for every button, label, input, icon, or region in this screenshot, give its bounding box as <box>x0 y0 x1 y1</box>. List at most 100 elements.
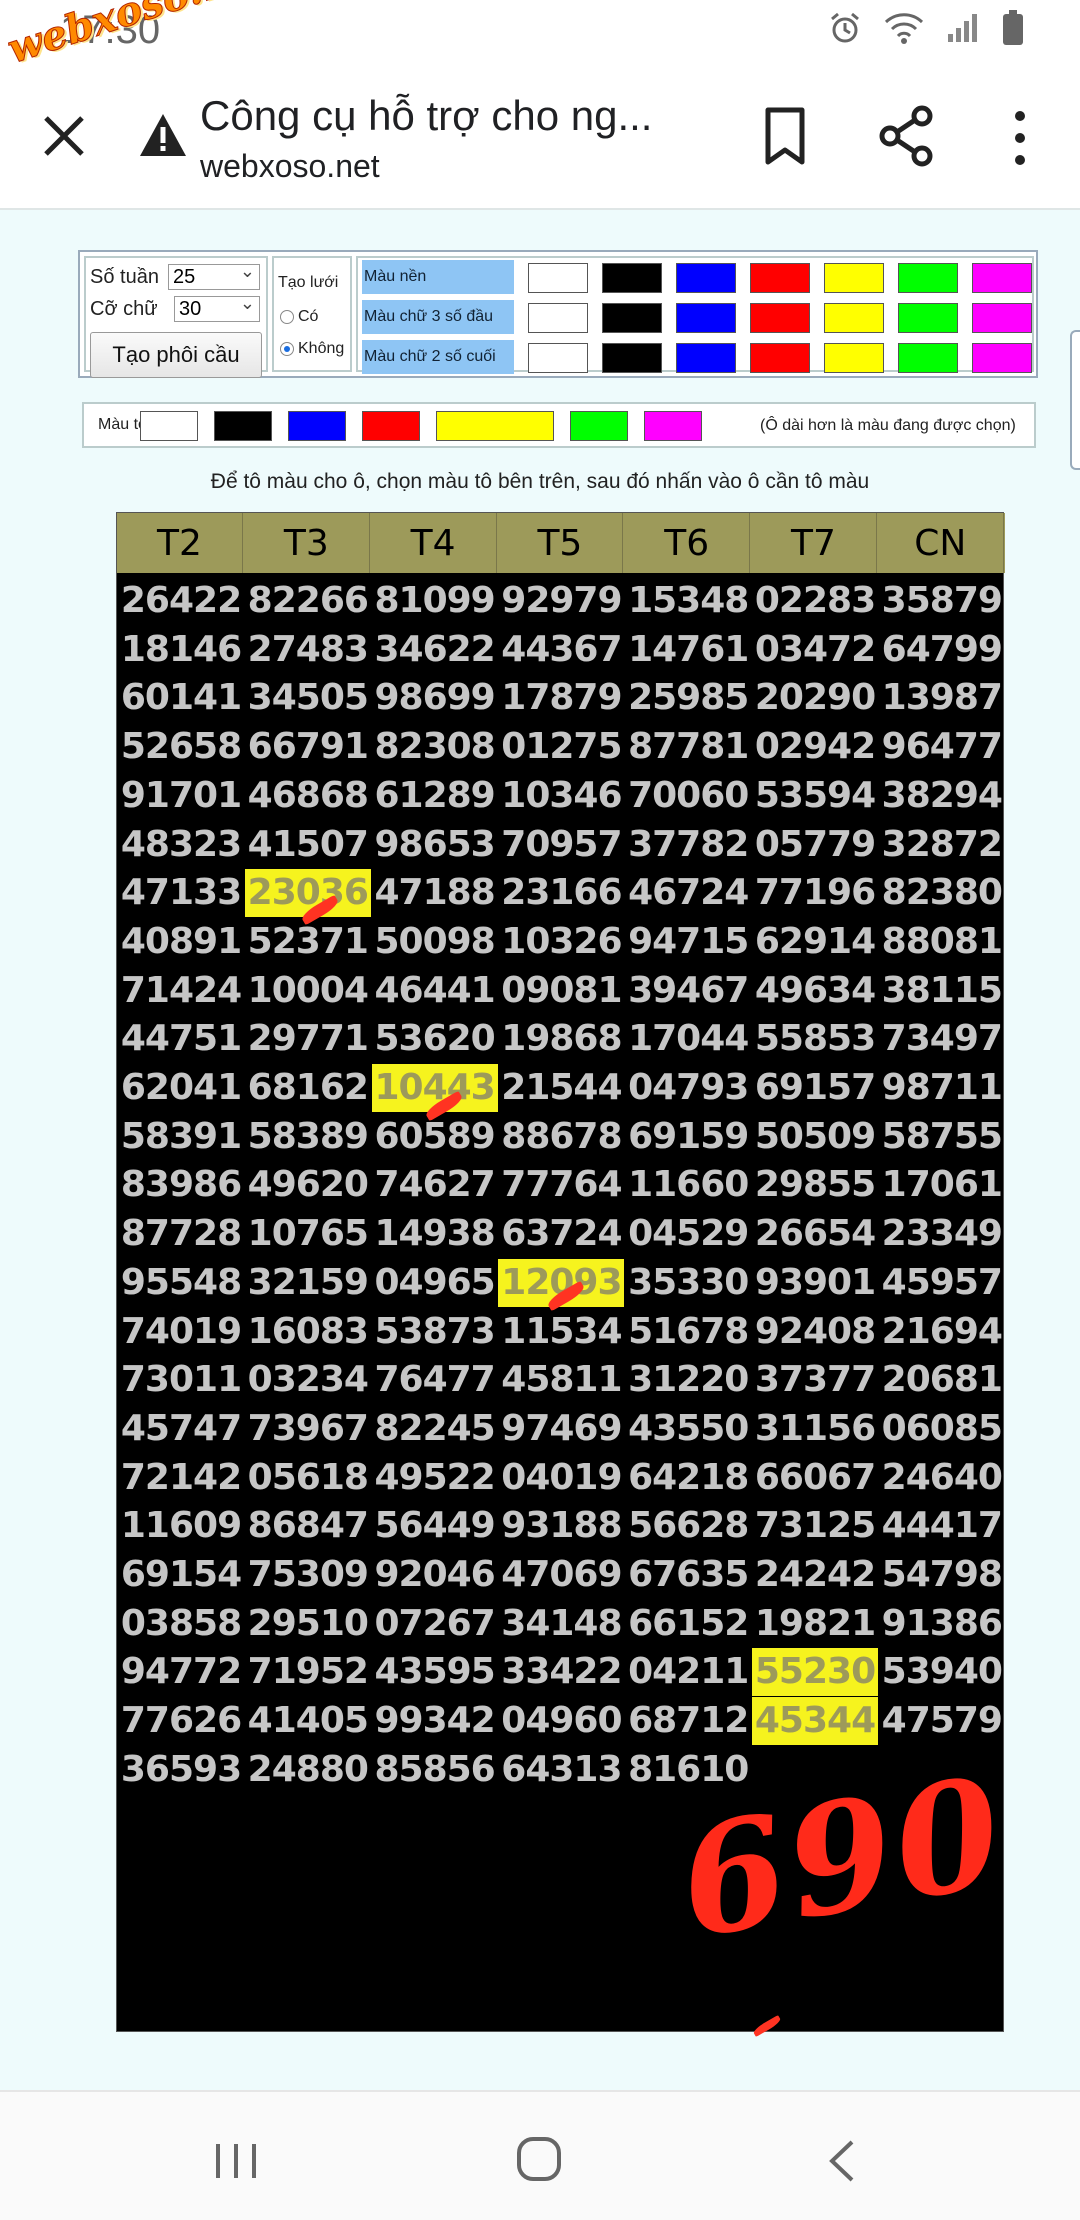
back-icon[interactable] <box>826 2138 856 2184</box>
number-cell[interactable]: 74627 <box>372 1161 498 1209</box>
home-icon[interactable] <box>516 2136 562 2182</box>
number-cell[interactable]: 95548 <box>118 1259 244 1307</box>
number-cell[interactable]: 74019 <box>118 1308 244 1356</box>
number-cell[interactable]: 68162 <box>245 1064 371 1112</box>
number-cell[interactable]: 88081 <box>879 918 1005 966</box>
number-cell[interactable]: 38115 <box>879 967 1005 1015</box>
number-cell[interactable]: 93901 <box>752 1259 878 1307</box>
share-icon[interactable] <box>876 104 936 168</box>
number-cell[interactable]: 82308 <box>372 723 498 771</box>
number-cell[interactable]: 77764 <box>498 1161 624 1209</box>
number-cell[interactable]: 94715 <box>625 918 751 966</box>
number-cell[interactable]: 62914 <box>752 918 878 966</box>
number-cell[interactable]: 44751 <box>118 1015 244 1063</box>
number-cell[interactable]: 52371 <box>245 918 371 966</box>
number-cell[interactable]: 16083 <box>245 1308 371 1356</box>
number-cell[interactable]: 29510 <box>245 1600 371 1648</box>
number-cell[interactable]: 60589 <box>372 1113 498 1161</box>
number-cell[interactable]: 69157 <box>752 1064 878 1112</box>
number-cell[interactable]: 14761 <box>625 626 751 674</box>
bg-swatch[interactable] <box>750 263 810 293</box>
first3-swatch[interactable] <box>528 303 588 333</box>
number-cell[interactable]: 20681 <box>879 1356 1005 1404</box>
number-cell[interactable]: 14938 <box>372 1210 498 1258</box>
number-cell[interactable]: 82245 <box>372 1405 498 1453</box>
number-cell[interactable]: 31220 <box>625 1356 751 1404</box>
number-cell[interactable]: 93188 <box>498 1502 624 1550</box>
number-cell[interactable]: 73497 <box>879 1015 1005 1063</box>
number-cell[interactable]: 18146 <box>118 626 244 674</box>
number-cell[interactable]: 98699 <box>372 674 498 722</box>
number-cell[interactable]: 66791 <box>245 723 371 771</box>
warning-icon[interactable] <box>138 112 188 158</box>
number-cell[interactable]: 46868 <box>245 772 371 820</box>
number-cell[interactable]: 55853 <box>752 1015 878 1063</box>
number-cell[interactable]: 62041 <box>118 1064 244 1112</box>
paint-swatch[interactable] <box>140 411 198 441</box>
number-cell[interactable]: 03858 <box>118 1600 244 1648</box>
number-cell[interactable]: 32872 <box>879 821 1005 869</box>
number-cell[interactable]: 24880 <box>245 1746 371 1794</box>
number-cell[interactable]: 17879 <box>498 674 624 722</box>
number-cell[interactable]: 04793 <box>625 1064 751 1112</box>
number-cell[interactable]: 98711 <box>879 1064 1005 1112</box>
number-cell[interactable]: 96477 <box>879 723 1005 771</box>
scroll-handle[interactable] <box>1070 330 1080 470</box>
grid-no-radio[interactable] <box>280 342 294 356</box>
bg-swatch[interactable] <box>528 263 588 293</box>
first3-swatch[interactable] <box>676 303 736 333</box>
number-cell[interactable]: 02283 <box>752 577 878 625</box>
number-cell[interactable]: 92046 <box>372 1551 498 1599</box>
number-cell[interactable]: 61289 <box>372 772 498 820</box>
number-cell[interactable]: 58391 <box>118 1113 244 1161</box>
number-cell[interactable]: 54798 <box>879 1551 1005 1599</box>
number-cell[interactable]: 10326 <box>498 918 624 966</box>
paint-swatch[interactable] <box>288 411 346 441</box>
bg-swatch[interactable] <box>602 263 662 293</box>
bg-swatch[interactable] <box>972 263 1032 293</box>
number-cell[interactable]: 26422 <box>118 577 244 625</box>
number-cell[interactable]: 34505 <box>245 674 371 722</box>
last2-swatch[interactable] <box>676 343 736 373</box>
number-cell[interactable]: 05779 <box>752 821 878 869</box>
number-cell[interactable]: 72142 <box>118 1454 244 1502</box>
number-cell[interactable]: 68712 <box>625 1697 751 1745</box>
close-icon[interactable] <box>36 108 92 164</box>
number-cell[interactable]: 34148 <box>498 1600 624 1648</box>
number-cell[interactable]: 64799 <box>879 626 1005 674</box>
bg-swatch[interactable] <box>676 263 736 293</box>
number-cell[interactable]: 03234 <box>245 1356 371 1404</box>
number-cell[interactable]: 39467 <box>625 967 751 1015</box>
number-cell[interactable]: 98653 <box>372 821 498 869</box>
number-cell[interactable]: 53873 <box>372 1308 498 1356</box>
number-cell[interactable]: 73967 <box>245 1405 371 1453</box>
last2-swatch[interactable] <box>972 343 1032 373</box>
number-cell[interactable]: 24242 <box>752 1551 878 1599</box>
recent-apps-icon[interactable] <box>214 2142 258 2180</box>
font-size-select[interactable]: 30 <box>174 291 260 322</box>
last2-swatch[interactable] <box>898 343 958 373</box>
number-cell[interactable]: 21544 <box>498 1064 624 1112</box>
number-cell[interactable]: 15348 <box>625 577 751 625</box>
number-cell[interactable]: 13987 <box>879 674 1005 722</box>
last2-swatch[interactable] <box>528 343 588 373</box>
number-cell[interactable]: 47188 <box>372 869 498 917</box>
number-cell[interactable]: 37377 <box>752 1356 878 1404</box>
first3-swatch[interactable] <box>750 303 810 333</box>
number-cell[interactable]: 41405 <box>245 1697 371 1745</box>
number-cell[interactable]: 33422 <box>498 1648 624 1696</box>
number-cell[interactable]: 43595 <box>372 1648 498 1696</box>
number-cell[interactable]: 45747 <box>118 1405 244 1453</box>
more-options-icon[interactable] <box>1000 108 1040 168</box>
number-cell[interactable]: 45811 <box>498 1356 624 1404</box>
number-cell[interactable]: 77196 <box>752 869 878 917</box>
bg-swatch[interactable] <box>824 263 884 293</box>
number-cell[interactable]: 81610 <box>625 1746 751 1794</box>
number-cell[interactable]: 19821 <box>752 1600 878 1648</box>
number-cell[interactable]: 11534 <box>498 1308 624 1356</box>
number-cell[interactable]: 44417 <box>879 1502 1005 1550</box>
number-cell[interactable]: 69159 <box>625 1113 751 1161</box>
number-cell[interactable]: 35879 <box>879 577 1005 625</box>
number-cell[interactable]: 04529 <box>625 1210 751 1258</box>
number-cell[interactable]: 06085 <box>879 1405 1005 1453</box>
